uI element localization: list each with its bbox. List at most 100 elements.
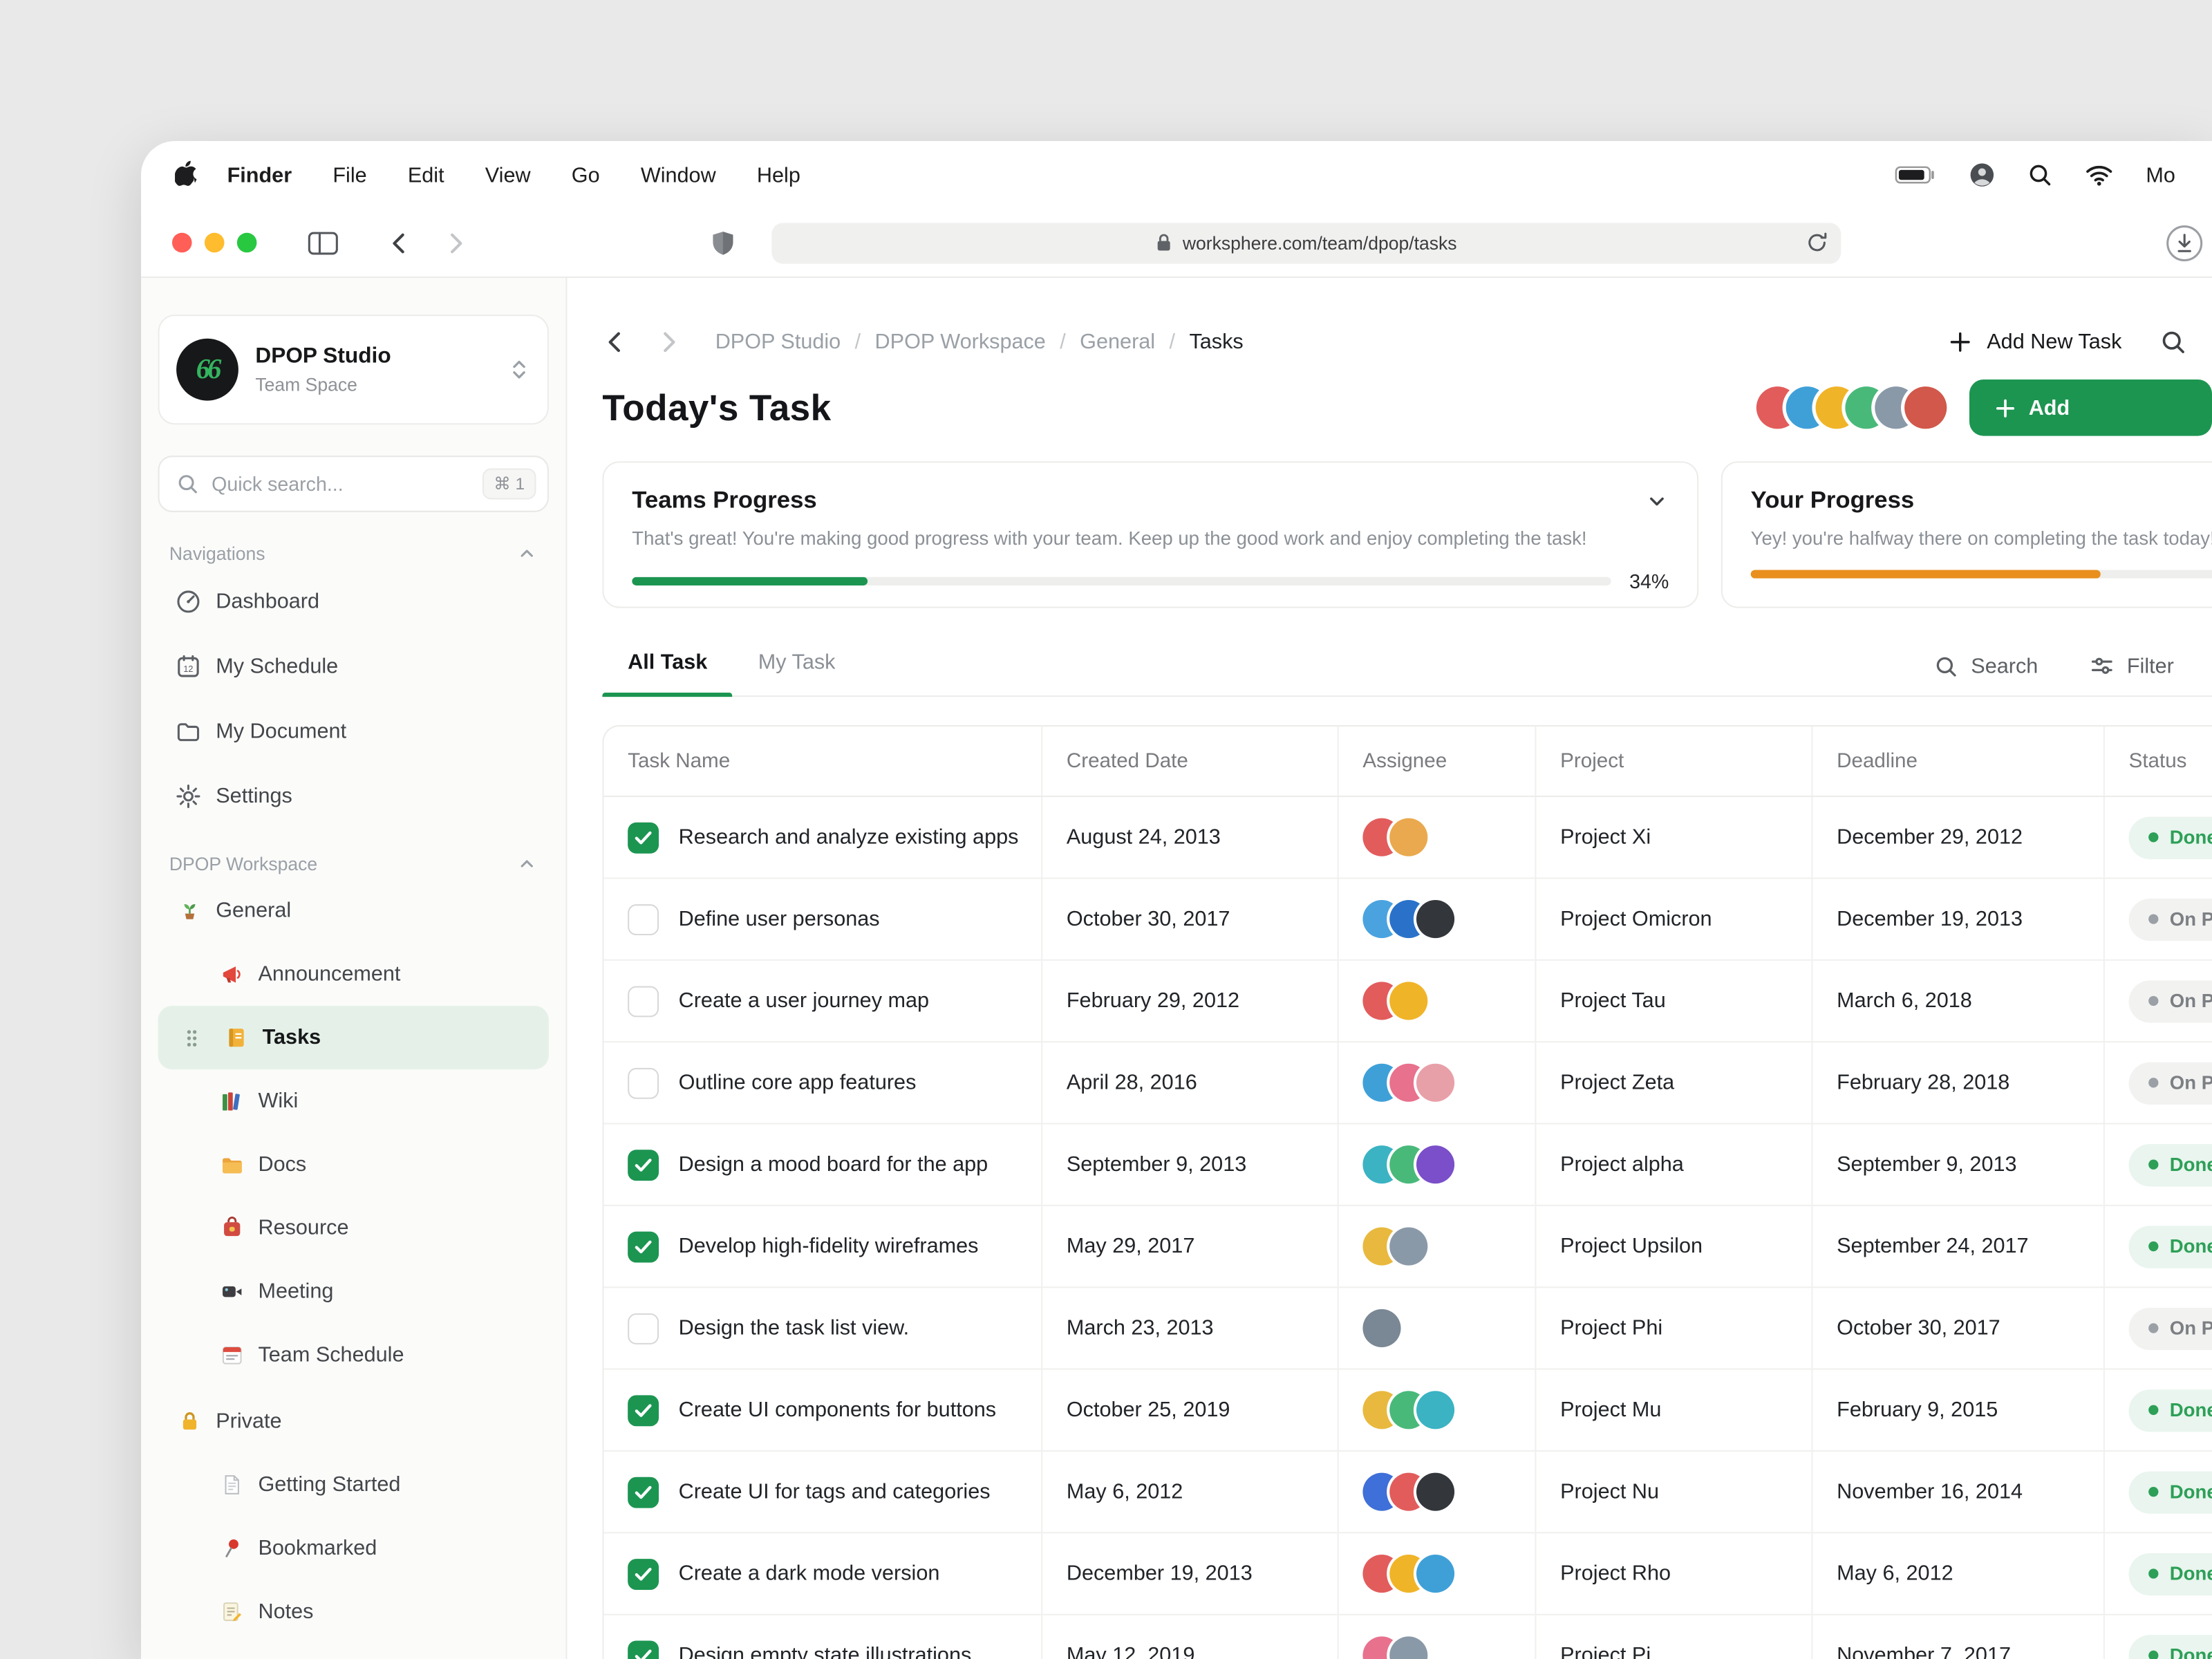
table-row[interactable]: Develop high-fidelity wireframesMay 29, … — [603, 1206, 2212, 1288]
sidebar-item-notes[interactable]: Notes — [158, 1580, 549, 1644]
workspace-section-header[interactable]: DPOP Workspace — [169, 851, 538, 877]
zoom-window-button[interactable] — [237, 233, 257, 253]
task-checkbox[interactable] — [628, 1394, 659, 1425]
spotlight-search-icon[interactable] — [2027, 162, 2053, 188]
breadcrumb-item-dpop-studio[interactable]: DPOP Studio — [715, 330, 841, 354]
table-row[interactable]: Design empty state illustrationsMay 12, … — [603, 1615, 2212, 1659]
breadcrumb-item-tasks[interactable]: Tasks — [1189, 330, 1243, 354]
avatar[interactable] — [1389, 1228, 1427, 1266]
task-checkbox[interactable] — [628, 1313, 659, 1344]
page-back-icon[interactable] — [602, 328, 629, 355]
chevron-up-down-icon[interactable] — [508, 357, 531, 382]
table-row[interactable]: Define user personasOctober 30, 2017Proj… — [603, 879, 2212, 960]
breadcrumb-item-general[interactable]: General — [1080, 330, 1155, 354]
status-label: Done — [2170, 1563, 2212, 1584]
minimize-window-button[interactable] — [205, 233, 225, 253]
task-checkbox[interactable] — [628, 1558, 659, 1589]
sidebar-item-announcement[interactable]: Announcement — [158, 942, 549, 1006]
sidebar-item-resource[interactable]: Resource — [158, 1197, 549, 1260]
sidebar-item-bookmarked[interactable]: Bookmarked — [158, 1517, 549, 1580]
close-window-button[interactable] — [172, 233, 192, 253]
sidebar-item-team-schedule[interactable]: Team Schedule — [158, 1323, 549, 1387]
task-checkbox[interactable] — [628, 903, 659, 935]
table-row[interactable]: Design the task list view.March 23, 2013… — [603, 1288, 2212, 1369]
browser-back-icon[interactable] — [386, 229, 413, 256]
table-row[interactable]: Create UI for tags and categoriesMay 6, … — [603, 1452, 2212, 1533]
task-checkbox[interactable] — [628, 1640, 659, 1659]
ssl-lock-icon — [1156, 233, 1172, 253]
team-switcher[interactable]: 66 DPOP Studio Team Space — [158, 315, 549, 424]
project-cell: Project Nu — [1535, 1452, 1811, 1532]
avatar[interactable] — [1416, 1555, 1454, 1593]
avatar[interactable] — [1389, 1636, 1427, 1659]
tab-my-task[interactable]: My Task — [733, 650, 861, 695]
downloads-icon[interactable] — [2166, 223, 2204, 261]
navigations-section-header[interactable]: Navigations — [169, 541, 538, 566]
your-progress-title: Your Progress — [1751, 487, 1915, 515]
table-row[interactable]: Research and analyze existing appsAugust… — [603, 797, 2212, 879]
search-button-label: Search — [1971, 654, 2038, 678]
table-row[interactable]: Create UI components for buttonsOctober … — [603, 1370, 2212, 1452]
task-checkbox[interactable] — [628, 1149, 659, 1180]
avatar[interactable] — [1416, 1145, 1454, 1183]
sidebar-item-my-schedule[interactable]: 12My Schedule — [158, 633, 549, 698]
avatar[interactable] — [1416, 1391, 1454, 1429]
browser-forward-icon[interactable] — [442, 229, 469, 256]
sidebar-toggle-icon[interactable] — [308, 229, 339, 256]
menu-app-name[interactable]: Finder — [227, 163, 292, 187]
search-button[interactable]: Search — [1934, 654, 2038, 678]
sidebar-item-wiki[interactable]: Wiki — [158, 1069, 549, 1133]
avatar[interactable] — [1362, 1309, 1400, 1347]
avatar[interactable] — [1904, 386, 1947, 429]
table-row[interactable]: Create a dark mode versionDecember 19, 2… — [603, 1533, 2212, 1615]
address-bar[interactable]: worksphere.com/team/dpop/tasks — [771, 222, 1841, 263]
sidebar-item-meeting[interactable]: Meeting — [158, 1259, 549, 1323]
sidebar-item-tasks[interactable]: Tasks — [158, 1006, 549, 1069]
search-icon[interactable] — [2159, 328, 2186, 355]
breadcrumb-item-dpop-workspace[interactable]: DPOP Workspace — [875, 330, 1046, 354]
drag-handle-icon[interactable] — [185, 1027, 210, 1049]
sidebar-item-getting-started[interactable]: Getting Started — [158, 1453, 549, 1517]
chevron-down-icon[interactable] — [1645, 489, 1669, 513]
add-new-task-button[interactable]: Add New Task — [1949, 330, 2121, 354]
menu-item-edit[interactable]: Edit — [408, 163, 444, 187]
tab-all-task[interactable]: All Task — [602, 650, 733, 695]
browser-toolbar: worksphere.com/team/dpop/tasks — [141, 209, 2212, 278]
avatar[interactable] — [1389, 982, 1427, 1020]
sidebar-item-settings[interactable]: Settings — [158, 763, 549, 828]
sidebar-item-docs[interactable]: Docs — [158, 1133, 549, 1197]
sidebar-item-general[interactable]: General — [158, 879, 549, 942]
table-row[interactable]: Outline core app featuresApril 28, 2016P… — [603, 1042, 2212, 1124]
apple-menu-icon[interactable] — [175, 161, 199, 189]
avatar[interactable] — [1416, 1473, 1454, 1511]
wifi-icon[interactable] — [2086, 164, 2114, 187]
refresh-icon[interactable] — [1806, 231, 1828, 254]
task-checkbox[interactable] — [628, 1477, 659, 1508]
table-row[interactable]: Design a mood board for the appSeptember… — [603, 1125, 2212, 1206]
avatar[interactable] — [1416, 900, 1454, 938]
chevron-up-icon[interactable] — [516, 853, 538, 874]
menu-item-help[interactable]: Help — [757, 163, 800, 187]
user-menu-icon[interactable] — [1969, 162, 1995, 188]
sidebar-item-my-document[interactable]: My Document — [158, 698, 549, 763]
task-checkbox[interactable] — [628, 822, 659, 853]
sidebar-item-private[interactable]: Private — [158, 1389, 549, 1453]
menu-item-go[interactable]: Go — [572, 163, 600, 187]
add-button[interactable]: Add — [1969, 379, 2212, 436]
privacy-shield-icon[interactable] — [711, 229, 735, 256]
filter-button[interactable]: Filter — [2089, 653, 2174, 679]
status-cell: Done — [2103, 797, 2212, 877]
menu-item-view[interactable]: View — [485, 163, 531, 187]
menu-item-file[interactable]: File — [332, 163, 366, 187]
menu-item-window[interactable]: Window — [641, 163, 716, 187]
task-checkbox[interactable] — [628, 986, 659, 1017]
quick-search[interactable]: Quick search... ⌘ 1 — [158, 456, 549, 512]
table-row[interactable]: Create a user journey mapFebruary 29, 20… — [603, 961, 2212, 1042]
page-forward-icon[interactable] — [655, 328, 682, 355]
task-checkbox[interactable] — [628, 1231, 659, 1262]
avatar[interactable] — [1389, 818, 1427, 856]
task-checkbox[interactable] — [628, 1067, 659, 1098]
chevron-up-icon[interactable] — [516, 543, 538, 564]
avatar[interactable] — [1416, 1064, 1454, 1102]
sidebar-item-dashboard[interactable]: Dashboard — [158, 568, 549, 633]
